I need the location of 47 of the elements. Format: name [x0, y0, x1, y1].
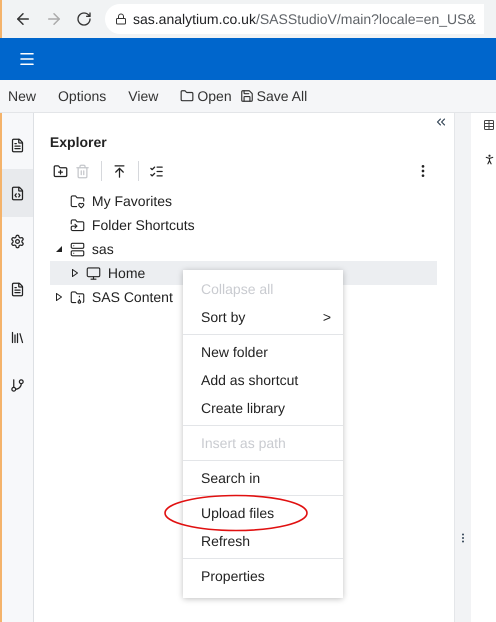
menu-item[interactable]: Search in [183, 464, 343, 492]
monitor-icon [86, 266, 101, 280]
file-icon [10, 282, 25, 296]
shortcut-folder-icon [70, 218, 85, 232]
tree-item[interactable]: Home [50, 261, 146, 285]
menu-item[interactable]: Sort by > [183, 303, 343, 331]
collapsed-triangle-icon[interactable] [56, 293, 62, 301]
menu-button[interactable]: New [8, 86, 36, 106]
server-icon [70, 242, 85, 256]
save-icon [240, 89, 254, 103]
expanded-triangle-icon[interactable] [56, 245, 62, 253]
menu-button[interactable]: View [128, 86, 158, 106]
menu-button[interactable]: Open [180, 86, 232, 106]
menu-item[interactable]: New folder [183, 338, 343, 366]
upload-icon [112, 164, 128, 178]
new-folder-icon [53, 164, 68, 178]
library-icon [10, 330, 25, 344]
explorer-title: Explorer [50, 133, 108, 152]
reload-icon[interactable] [76, 11, 92, 27]
menu-button[interactable]: Options [58, 86, 106, 106]
lock-icon [115, 13, 127, 25]
tree-item[interactable]: My Favorites [50, 189, 172, 213]
tree-item[interactable]: SAS Content [50, 285, 173, 309]
menu-item[interactable]: Properties [183, 562, 343, 590]
menu-item[interactable]: Upload files [183, 499, 343, 527]
file-icon [10, 138, 25, 152]
back-icon[interactable] [14, 10, 32, 28]
tree-item[interactable]: Folder Shortcuts [50, 213, 195, 237]
list-icon [149, 164, 164, 178]
tab-icon[interactable] [483, 119, 495, 131]
menu-item[interactable]: Add as shortcut [183, 366, 343, 394]
run-icon[interactable] [483, 153, 496, 166]
address-bar[interactable]: sas.analytium.co.uk/SASStudioV/main?locale=en_US& [105, 4, 484, 34]
gear-icon [10, 234, 25, 248]
collapsed-triangle-icon[interactable] [72, 269, 78, 277]
tree-item[interactable]: sas [50, 237, 114, 261]
menu-item[interactable]: Refresh [183, 527, 343, 555]
branch-icon [10, 378, 25, 392]
menu-button[interactable]: Save All [240, 86, 308, 106]
menu-icon[interactable] [18, 50, 36, 68]
url-text: sas.analytium.co.uk/SASStudioV/main?locale=en_US& [133, 10, 476, 29]
folder-icon [70, 290, 85, 304]
menu-item[interactable]: Create library [183, 394, 343, 422]
submenu-arrow: > [322, 308, 331, 326]
document-icon [10, 186, 25, 200]
folder-icon [180, 89, 194, 103]
trash-icon [75, 164, 90, 178]
